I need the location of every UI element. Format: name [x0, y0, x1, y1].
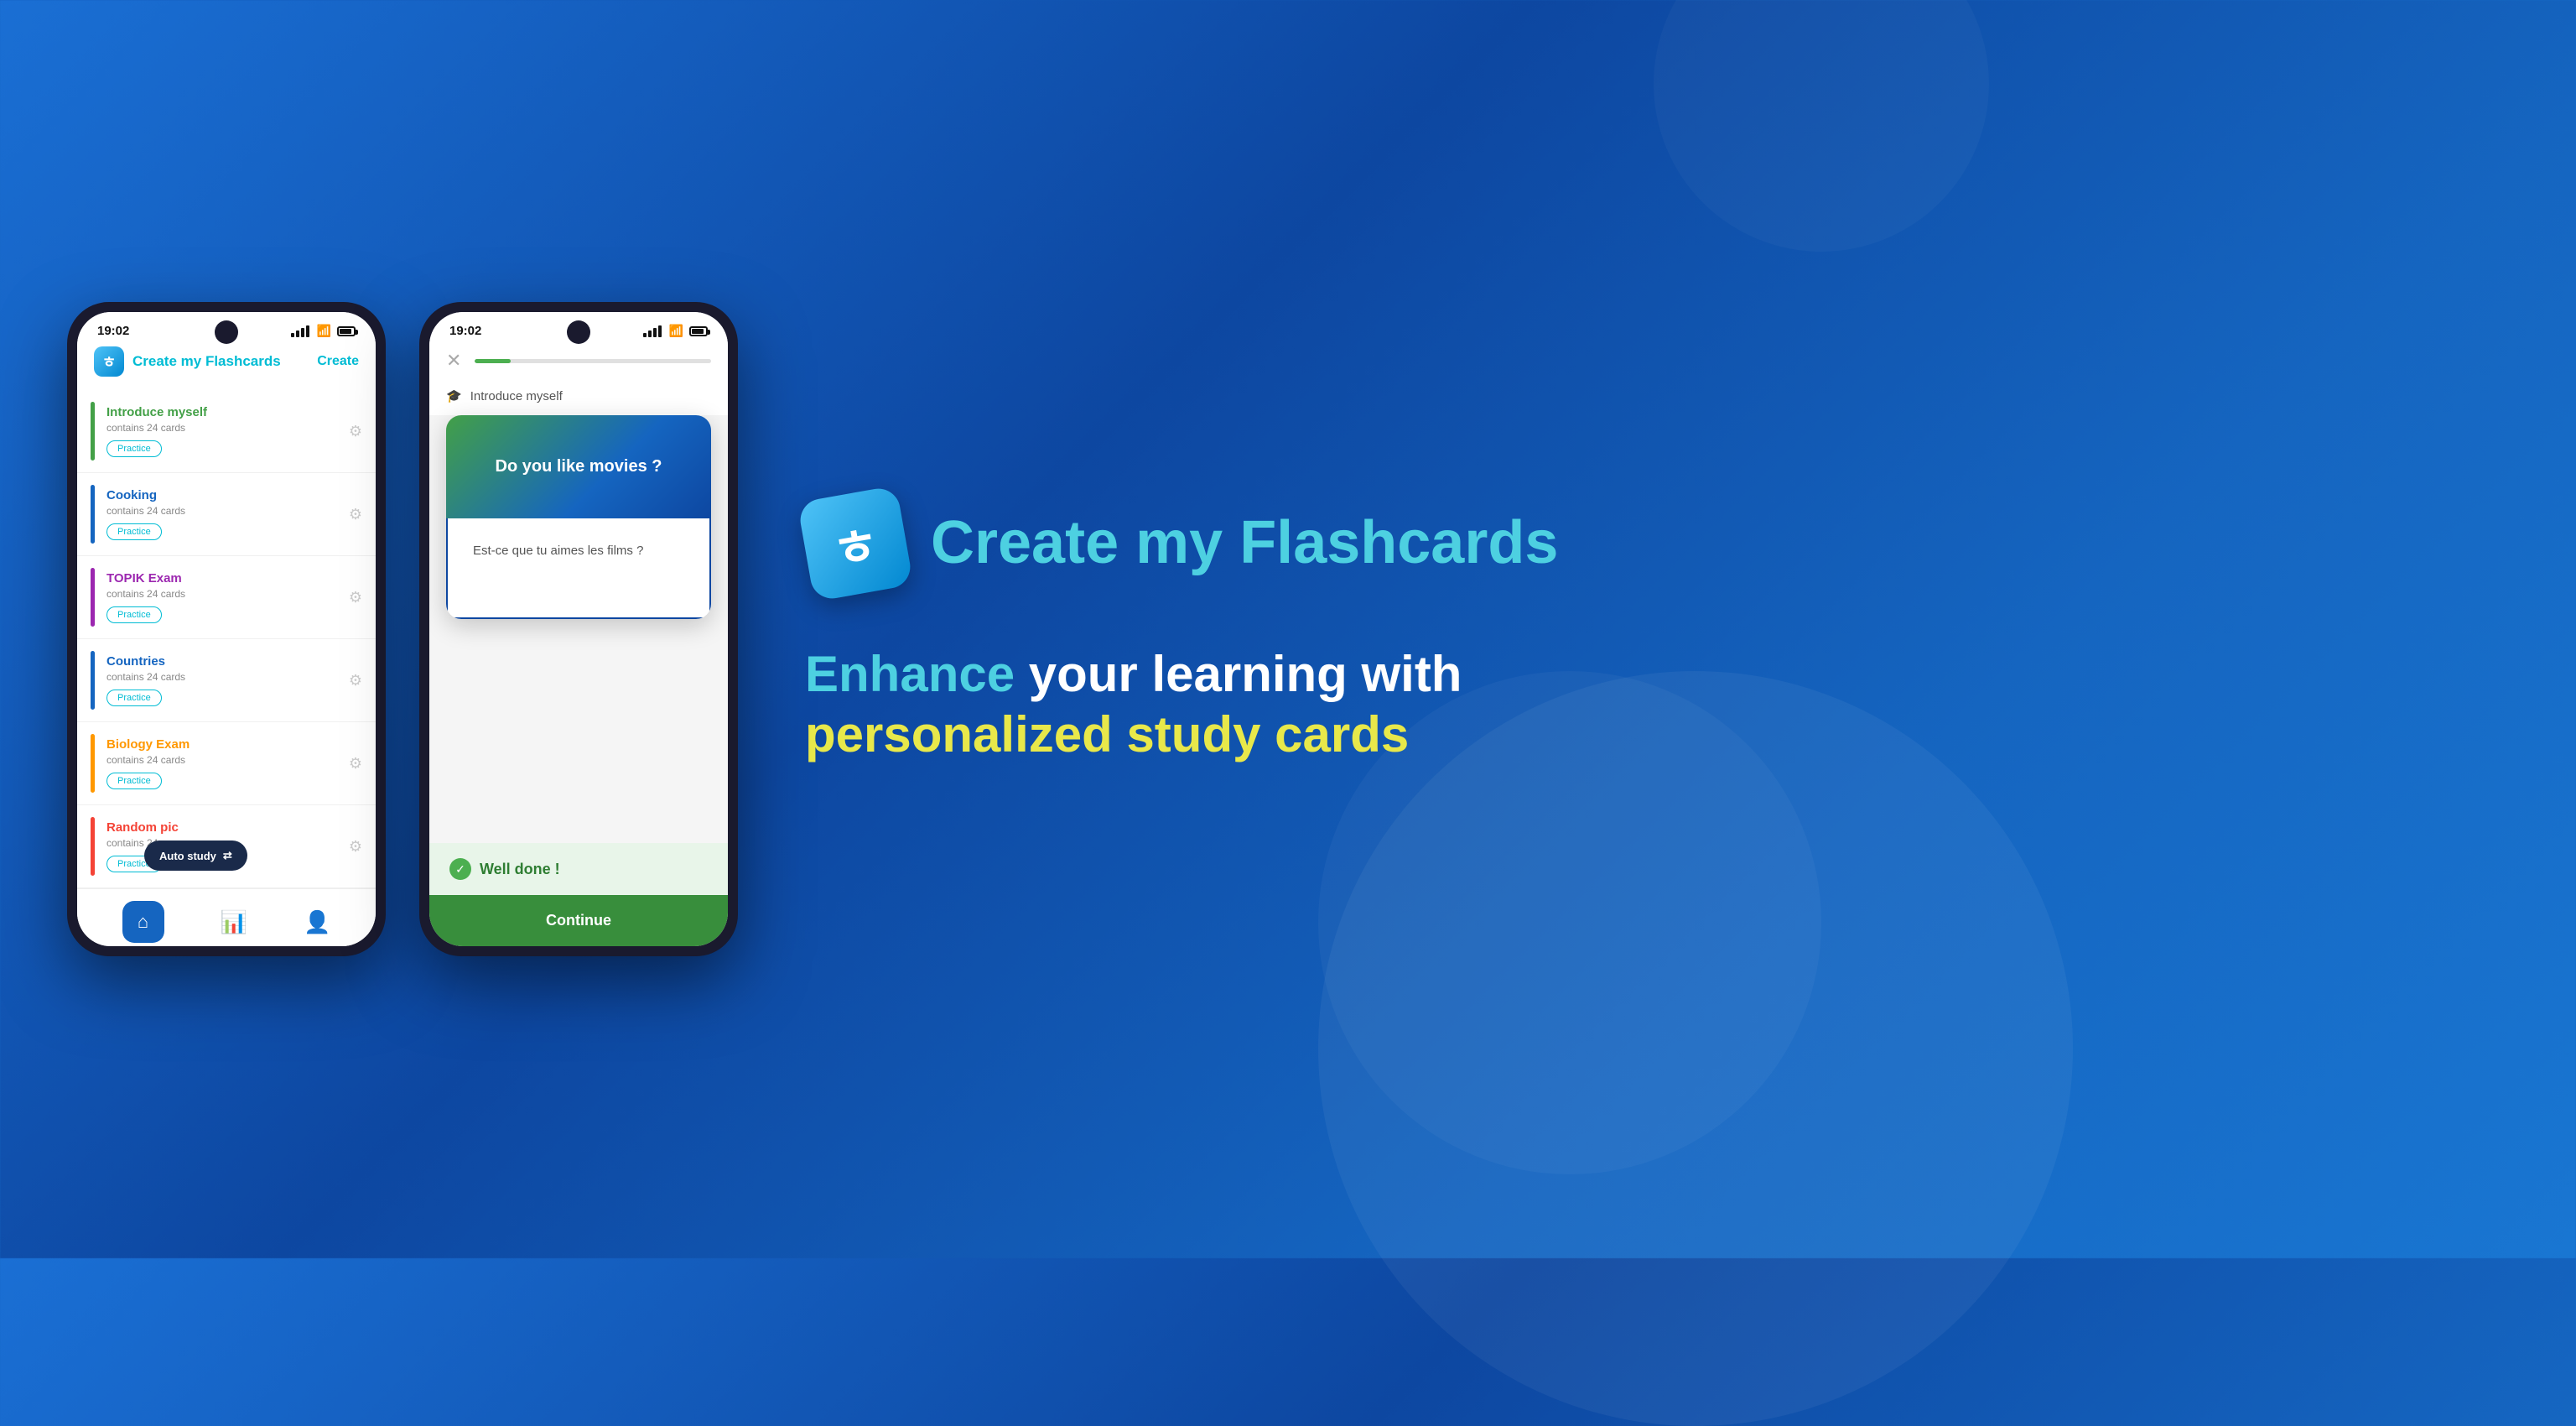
list-item[interactable]: Biology Exam contains 24 cards Practice …: [77, 722, 376, 805]
bg-decoration-3: [1654, 0, 1989, 252]
bottom-nav: ⌂ 📊 👤: [77, 888, 376, 946]
flashcard-main: Do you like movies ? Est-ce que tu aimes…: [446, 415, 711, 619]
item-content: Cooking contains 24 cards Practice: [106, 488, 340, 540]
progress-bar: [475, 359, 711, 363]
practice-subject: 🎓 Introduce myself: [429, 380, 728, 415]
status-icons-1: 📶: [291, 324, 356, 338]
item-subtitle: contains 24 cards: [106, 422, 340, 434]
notch-2: [567, 320, 590, 344]
home-nav-button[interactable]: ⌂: [122, 901, 164, 943]
brand-name: Create my Flashcards: [931, 510, 1558, 576]
list-item[interactable]: Introduce myself contains 24 cards Pract…: [77, 390, 376, 473]
item-content: Countries contains 24 cards Practice: [106, 654, 340, 706]
auto-study-tooltip: Auto study ⇄: [144, 841, 247, 871]
phone-list: 19:02 📶 ㅎ: [67, 302, 386, 956]
practice-badge[interactable]: Practice: [106, 773, 162, 789]
create-button[interactable]: Create: [317, 354, 359, 369]
shuffle-icon: ⇄: [223, 849, 232, 862]
item-content: Introduce myself contains 24 cards Pract…: [106, 405, 340, 457]
gear-icon[interactable]: ⚙: [349, 423, 362, 440]
item-title: TOPIK Exam: [106, 571, 340, 585]
stats-nav-button[interactable]: 📊: [221, 909, 247, 935]
flashcard-list: Introduce myself contains 24 cards Pract…: [77, 390, 376, 888]
close-button[interactable]: ✕: [446, 350, 461, 372]
item-content: TOPIK Exam contains 24 cards Practice: [106, 571, 340, 623]
well-done-text: Well done !: [480, 861, 560, 878]
tagline-personalized: personalized study cards: [805, 706, 1409, 762]
item-subtitle: contains 24 cards: [106, 505, 340, 517]
battery-icon: [337, 326, 356, 336]
practice-badge[interactable]: Practice: [106, 606, 162, 623]
progress-fill: [475, 359, 510, 363]
color-bar: [91, 734, 95, 793]
wifi-icon: 📶: [317, 324, 331, 338]
tagline-enhance: Enhance: [805, 646, 1029, 702]
logo-icon: ㅎ: [94, 346, 124, 377]
item-subtitle: contains 24 cards: [106, 588, 340, 600]
notch-1: [215, 320, 238, 344]
app-logo: ㅎ Create my Flashcards: [94, 346, 281, 377]
gear-icon[interactable]: ⚙: [349, 838, 362, 856]
flashcard-answer: Est-ce que tu aimes les films ?: [446, 518, 711, 619]
item-content: Biology Exam contains 24 cards Practice: [106, 737, 340, 789]
color-bar: [91, 485, 95, 544]
phone-list-screen: 19:02 📶 ㅎ: [77, 312, 376, 946]
app-header: ㅎ Create my Flashcards Create: [77, 338, 376, 390]
list-item[interactable]: Countries contains 24 cards Practice ⚙: [77, 639, 376, 722]
practice-badge[interactable]: Practice: [106, 440, 162, 457]
signal-icon: [643, 325, 662, 337]
list-item[interactable]: TOPIK Exam contains 24 cards Practice ⚙: [77, 556, 376, 639]
tagline-your-learning: your learning with: [1029, 646, 1462, 702]
battery-icon: [689, 326, 708, 336]
color-bar: [91, 651, 95, 710]
item-title: Biology Exam: [106, 737, 340, 752]
color-bar: [91, 402, 95, 461]
item-subtitle: contains 24 cards: [106, 671, 340, 683]
gear-icon[interactable]: ⚙: [349, 672, 362, 690]
flashcard-question: Do you like movies ?: [446, 415, 711, 518]
gear-icon[interactable]: ⚙: [349, 755, 362, 773]
practice-badge[interactable]: Practice: [106, 523, 162, 540]
marketing-panel: ㅎ Create my Flashcards Enhance your lear…: [738, 426, 2576, 832]
auto-study-label: Auto study: [159, 850, 216, 862]
status-time-2: 19:02: [449, 324, 481, 338]
item-title: Cooking: [106, 488, 340, 502]
signal-icon: [291, 325, 309, 337]
list-item[interactable]: Cooking contains 24 cards Practice ⚙: [77, 473, 376, 556]
practice-header: ✕: [429, 338, 728, 380]
phone-practice-screen: 19:02 📶 ✕: [429, 312, 728, 946]
gear-icon[interactable]: ⚙: [349, 589, 362, 606]
checkmark-icon: ✓: [449, 858, 471, 880]
item-subtitle: contains 24 cards: [106, 754, 340, 766]
color-bar: [91, 568, 95, 627]
item-title: Introduce myself: [106, 405, 340, 419]
well-done-header: ✓ Well done !: [429, 843, 728, 895]
well-done-area: ✓ Well done ! Continue: [429, 843, 728, 946]
mortarboard-icon: 🎓: [446, 388, 462, 403]
item-title: Random pic: [106, 820, 340, 835]
practice-badge[interactable]: Practice: [106, 690, 162, 706]
app-logo-text: Create my Flashcards: [132, 353, 281, 370]
wifi-icon: 📶: [669, 324, 683, 338]
color-bar: [91, 817, 95, 876]
status-icons-2: 📶: [643, 324, 708, 338]
tagline: Enhance your learning with personalized …: [805, 644, 1727, 765]
status-time-1: 19:02: [97, 324, 129, 338]
gear-icon[interactable]: ⚙: [349, 506, 362, 523]
item-title: Countries: [106, 654, 340, 669]
subject-label: Introduce myself: [470, 389, 563, 403]
brand-logo-icon: ㅎ: [797, 485, 913, 601]
profile-nav-button[interactable]: 👤: [304, 909, 330, 935]
brand-header: ㅎ Create my Flashcards: [805, 493, 2492, 594]
phones-area: 19:02 📶 ㅎ: [0, 0, 738, 1258]
phone-practice: 19:02 📶 ✕: [419, 302, 738, 956]
continue-button[interactable]: Continue: [429, 895, 728, 946]
